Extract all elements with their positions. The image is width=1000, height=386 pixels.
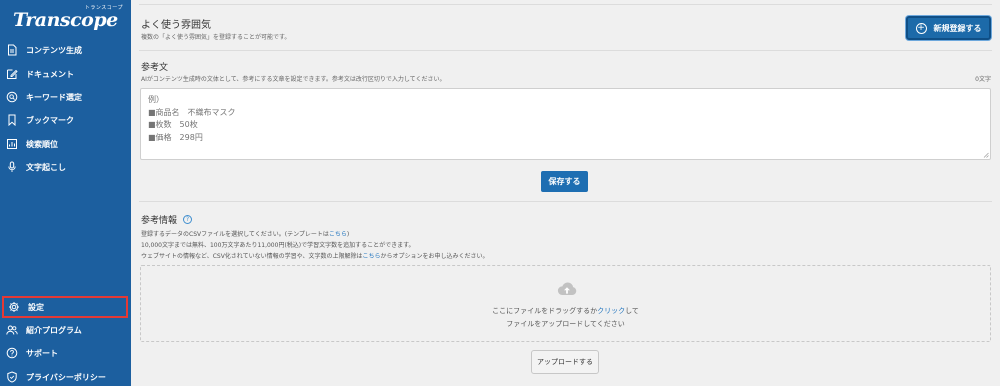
shield-icon bbox=[6, 371, 18, 383]
file-dropzone[interactable]: ここにファイルをドラッグするかクリックして ファイルをアップロードしてください bbox=[140, 265, 991, 342]
help-circle-icon[interactable]: ? bbox=[183, 215, 193, 224]
sidebar-item-label: キーワード選定 bbox=[26, 92, 82, 102]
transcope-logo[interactable]: トランスコープ Transcope bbox=[13, 4, 123, 34]
line1-suffix: ) bbox=[346, 231, 350, 238]
new-register-label: 新規登録する bbox=[933, 23, 982, 33]
drop-prefix: ここにファイルをドラッグするか bbox=[492, 307, 598, 315]
drop-suffix: して bbox=[625, 307, 639, 315]
click-link[interactable]: クリック bbox=[597, 307, 625, 315]
reference-text-title: 参考文 bbox=[141, 63, 169, 73]
sidebar: トランスコープ Transcope コンテンツ生成 ドキュメント キーワード選定… bbox=[0, 0, 131, 386]
sidebar-item-settings[interactable]: 設定 bbox=[2, 296, 128, 318]
cloud-upload-icon bbox=[557, 282, 577, 295]
search-icon bbox=[6, 91, 18, 103]
sidebar-item-label: 検索順位 bbox=[26, 139, 58, 149]
line1-prefix: 登録するデータのCSVファイルを選択してください。(テンプレートは bbox=[141, 231, 329, 238]
plus-circle-icon: + bbox=[915, 22, 927, 34]
sidebar-item-label: コンテンツ生成 bbox=[26, 45, 82, 55]
template-link[interactable]: こちら bbox=[329, 231, 347, 238]
reference-text-subtitle: AIがコンテンツ生成時の文体として、参考にする文章を設定できます。参考文は改行区… bbox=[141, 76, 446, 83]
reference-text-input[interactable] bbox=[140, 88, 991, 160]
sidebar-item-privacy-policy[interactable]: プライバシーポリシー bbox=[0, 366, 131, 386]
atmosphere-subtitle: 複数の「よく使う雰囲気」を登録することが可能です。 bbox=[141, 34, 291, 41]
reference-info-title: 参考情報 ? bbox=[141, 213, 193, 226]
document-icon bbox=[6, 44, 18, 56]
resize-grip-icon[interactable] bbox=[983, 152, 989, 158]
char-count: 0文字 bbox=[975, 76, 991, 83]
sidebar-item-label: サポート bbox=[26, 348, 58, 358]
main-content: よく使う雰囲気 複数の「よく使う雰囲気」を登録することが可能です。 + 新規登録… bbox=[131, 0, 1000, 386]
reference-info-title-text: 参考情報 bbox=[141, 216, 178, 226]
save-button[interactable]: 保存する bbox=[541, 171, 588, 192]
sidebar-item-search-ranking[interactable]: 検索順位 bbox=[0, 133, 131, 155]
chart-icon bbox=[6, 138, 18, 150]
sidebar-item-referral-program[interactable]: 紹介プログラム bbox=[0, 319, 131, 341]
line3-suffix: からオプションをお申し込みください。 bbox=[380, 253, 489, 260]
sidebar-item-content-generation[interactable]: コンテンツ生成 bbox=[0, 39, 131, 61]
atmosphere-title: よく使う雰囲気 bbox=[141, 20, 211, 31]
dropzone-text-line1: ここにファイルをドラッグするかクリックして bbox=[141, 306, 990, 316]
sidebar-item-keyword-selection[interactable]: キーワード選定 bbox=[0, 86, 131, 108]
sidebar-item-support[interactable]: サポート bbox=[0, 342, 131, 364]
help-icon bbox=[6, 347, 18, 359]
users-icon bbox=[6, 324, 18, 336]
upload-button[interactable]: アップロードする bbox=[531, 350, 599, 374]
gear-icon bbox=[8, 301, 20, 313]
sidebar-item-label: プライバシーポリシー bbox=[26, 372, 106, 382]
sidebar-item-label: ドキュメント bbox=[26, 69, 74, 79]
sidebar-item-label: ブックマーク bbox=[26, 115, 74, 125]
edit-icon bbox=[6, 68, 18, 80]
logo-text: Transcope bbox=[13, 9, 118, 31]
reference-info-line3: ウェブサイトの情報など、CSV化されていない情報の学習や、文字数の上限解除はこち… bbox=[141, 251, 488, 260]
sidebar-item-bookmarks[interactable]: ブックマーク bbox=[0, 109, 131, 131]
new-register-button[interactable]: + 新規登録する bbox=[906, 16, 991, 40]
reference-info-line1: 登録するデータのCSVファイルを選択してください。(テンプレートはこちら) bbox=[141, 229, 349, 238]
bookmark-icon bbox=[6, 114, 18, 126]
microphone-icon bbox=[6, 161, 18, 173]
sidebar-item-label: 紹介プログラム bbox=[26, 325, 82, 335]
divider bbox=[139, 201, 992, 202]
sidebar-item-documents[interactable]: ドキュメント bbox=[0, 63, 131, 85]
sidebar-item-label: 設定 bbox=[28, 302, 44, 312]
line3-prefix: ウェブサイトの情報など、CSV化されていない情報の学習や、文字数の上限解除は bbox=[141, 253, 363, 260]
divider bbox=[139, 4, 992, 5]
divider bbox=[139, 50, 992, 51]
sidebar-item-transcription[interactable]: 文字起こし bbox=[0, 156, 131, 178]
option-link[interactable]: こちら bbox=[362, 253, 380, 260]
sidebar-item-label: 文字起こし bbox=[26, 162, 66, 172]
dropzone-text-line2: ファイルをアップロードしてください bbox=[506, 320, 625, 328]
reference-info-line2: 10,000文字までは無料、100万文字あたり11,000円(税込)で学習文字数… bbox=[141, 242, 415, 249]
